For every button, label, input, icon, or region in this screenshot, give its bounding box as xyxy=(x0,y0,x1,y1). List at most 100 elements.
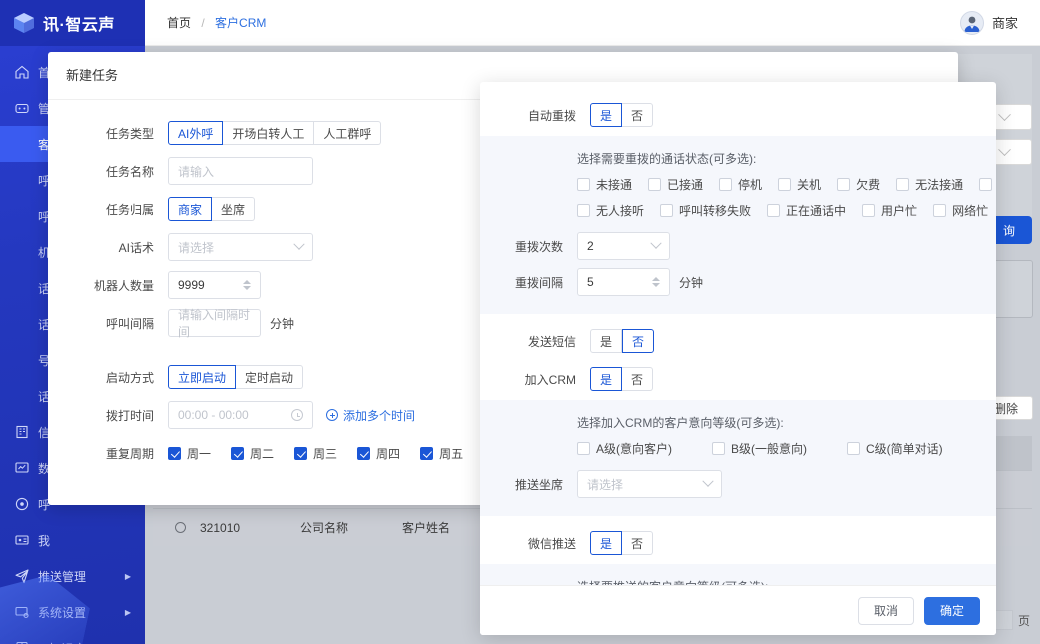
user-menu[interactable]: 商家 xyxy=(959,10,1018,35)
logo-cube-icon xyxy=(12,11,36,35)
wechat-push-option-yes[interactable]: 是 xyxy=(590,531,623,555)
status-label: 已接通 xyxy=(667,178,704,192)
checkbox-icon xyxy=(168,446,181,460)
ai-script-select[interactable]: 请选择 xyxy=(168,233,313,261)
sidebar-item-mine[interactable]: 我 xyxy=(0,522,145,558)
status-checkbox[interactable]: 正在通话中 xyxy=(767,202,846,219)
checkbox-icon xyxy=(420,446,434,460)
field-label: 推送坐席 xyxy=(514,477,563,492)
field-send-sms: 发送短信 是 否 xyxy=(480,322,996,360)
chevron-down-icon xyxy=(997,142,1011,156)
status-checkbox[interactable]: 无人接听 xyxy=(577,202,644,219)
stepper-down-icon[interactable] xyxy=(652,283,660,287)
brand-name: 讯·智云声 xyxy=(43,17,115,34)
wechat-push-option-no[interactable]: 否 xyxy=(622,531,654,555)
task-owner-segmented: 商家 坐席 xyxy=(168,197,256,221)
field-label: 重复周期 xyxy=(105,446,154,461)
confirm-button[interactable]: 确定 xyxy=(923,596,980,625)
join-crm-subpanel: 选择加入CRM的客户意向等级(可多选): A级(意向客户) B级(一般意向) C… xyxy=(480,400,996,516)
field-label: 微信推送 xyxy=(527,536,576,551)
join-crm-segmented: 是 否 xyxy=(590,367,654,391)
status-checkbox[interactable]: 无法接通 xyxy=(896,176,963,193)
stepper-up-icon[interactable] xyxy=(243,280,251,284)
join-crm-option-no[interactable]: 否 xyxy=(622,367,654,391)
task-owner-option-agent[interactable]: 坐席 xyxy=(212,197,256,221)
sidebar-item-label: 我 xyxy=(38,533,51,548)
weekday-checkbox[interactable]: 周一 xyxy=(168,445,211,462)
weekday-checkbox[interactable]: 周五 xyxy=(420,445,463,462)
status-checkbox[interactable]: 欠费 xyxy=(837,176,880,193)
field-label: 自动重拨 xyxy=(527,108,576,123)
weekday-label: 周一 xyxy=(187,446,212,461)
status-label: 用户忙 xyxy=(881,204,918,218)
level-checkbox[interactable]: C级(简单对话) xyxy=(847,440,943,457)
avatar xyxy=(959,10,984,35)
weekday-checkbox[interactable]: 周四 xyxy=(357,445,400,462)
field-auto-redial: 自动重拨 是 否 xyxy=(480,96,996,134)
field-label: AI话术 xyxy=(118,240,154,255)
status-checkbox[interactable]: 未接通 xyxy=(577,176,632,193)
robot-count-value: 9999 xyxy=(178,278,205,292)
task-owner-option-merchant[interactable]: 商家 xyxy=(168,197,213,221)
level-checkbox[interactable]: B级(一般意向) xyxy=(712,440,807,457)
status-checkbox[interactable]: 关机 xyxy=(778,176,821,193)
cell-company: 公司名称 xyxy=(300,521,349,535)
call-interval-input[interactable]: 请输入间隔时间 xyxy=(168,308,261,339)
status-checkbox[interactable]: 用户忙 xyxy=(862,202,917,219)
auto-redial-subpanel: 选择需要重拨的通话状态(可多选): 未接通 已接通 停机 关机 欠费 无法接通 … xyxy=(480,136,996,314)
cell-customer: 客户姓名 xyxy=(402,521,451,535)
breadcrumb-home[interactable]: 首页 xyxy=(167,16,191,30)
status-label: 网络忙 xyxy=(952,204,989,218)
top-header: 首页 / 客户CRM 商家 xyxy=(145,0,1040,46)
level-checkbox[interactable]: A级(意向客户) xyxy=(577,440,672,457)
dial-time-input[interactable]: 00:00 - 00:00 xyxy=(168,401,313,429)
target-icon xyxy=(14,496,30,512)
user-name: 商家 xyxy=(991,16,1018,31)
plus-circle-icon xyxy=(326,409,338,421)
task-type-option-opening-transfer[interactable]: 开场白转人工 xyxy=(223,121,315,145)
start-mode-option-scheduled[interactable]: 定时启动 xyxy=(236,365,304,389)
status-checkbox[interactable]: 来电提醒 xyxy=(979,176,996,193)
auto-redial-option-no[interactable]: 否 xyxy=(622,103,654,127)
push-agent-select[interactable]: 请选择 xyxy=(577,470,722,498)
status-checkbox[interactable]: 已接通 xyxy=(648,176,703,193)
field-label: 重拨次数 xyxy=(514,239,563,254)
task-settings-panel: 自动重拨 是 否 选择需要重拨的通话状态(可多选): 未接通 已接通 停机 关机… xyxy=(480,82,996,635)
status-checkbox[interactable]: 呼叫转移失败 xyxy=(660,202,751,219)
task-type-option-manual-group[interactable]: 人工群呼 xyxy=(314,121,382,145)
level-label: B级(一般意向) xyxy=(731,442,807,456)
redial-count-select[interactable]: 2 xyxy=(577,232,670,260)
send-sms-option-no[interactable]: 否 xyxy=(622,329,655,353)
stepper-arrows[interactable] xyxy=(646,277,660,288)
start-mode-option-immediate[interactable]: 立即启动 xyxy=(168,365,237,389)
send-sms-option-yes[interactable]: 是 xyxy=(590,329,623,353)
status-label: 欠费 xyxy=(856,178,881,192)
status-checkbox[interactable]: 网络忙 xyxy=(933,202,988,219)
join-crm-option-yes[interactable]: 是 xyxy=(590,367,623,391)
robot-icon xyxy=(14,100,30,116)
add-time-label: 添加多个时间 xyxy=(343,408,416,423)
field-label: 任务归属 xyxy=(105,202,154,217)
task-type-option-ai[interactable]: AI外呼 xyxy=(168,121,224,145)
stepper-arrows[interactable] xyxy=(237,280,251,291)
redial-interval-stepper[interactable]: 5 xyxy=(577,268,670,296)
status-label: 关机 xyxy=(797,178,822,192)
monitor-icon xyxy=(14,460,30,476)
weekday-checkbox[interactable]: 周三 xyxy=(294,445,337,462)
robot-count-stepper[interactable]: 9999 xyxy=(168,271,261,299)
stepper-down-icon[interactable] xyxy=(243,286,251,290)
row-checkbox[interactable] xyxy=(175,522,186,533)
checkbox-icon xyxy=(577,178,590,191)
auto-redial-option-yes[interactable]: 是 xyxy=(590,103,623,127)
weekday-checkbox[interactable]: 周二 xyxy=(231,445,274,462)
add-time-link[interactable]: 添加多个时间 xyxy=(326,407,415,424)
status-checkbox[interactable]: 停机 xyxy=(719,176,762,193)
stepper-up-icon[interactable] xyxy=(652,277,660,281)
weekday-label: 周二 xyxy=(250,446,275,461)
checkbox-icon xyxy=(577,204,590,217)
breadcrumb-current[interactable]: 客户CRM xyxy=(215,16,266,30)
cancel-button[interactable]: 取消 xyxy=(857,596,914,625)
redial-interval-unit: 分钟 xyxy=(679,275,704,290)
task-name-input[interactable]: 请输入 xyxy=(168,157,313,185)
cell-id: 321010 xyxy=(200,520,241,535)
